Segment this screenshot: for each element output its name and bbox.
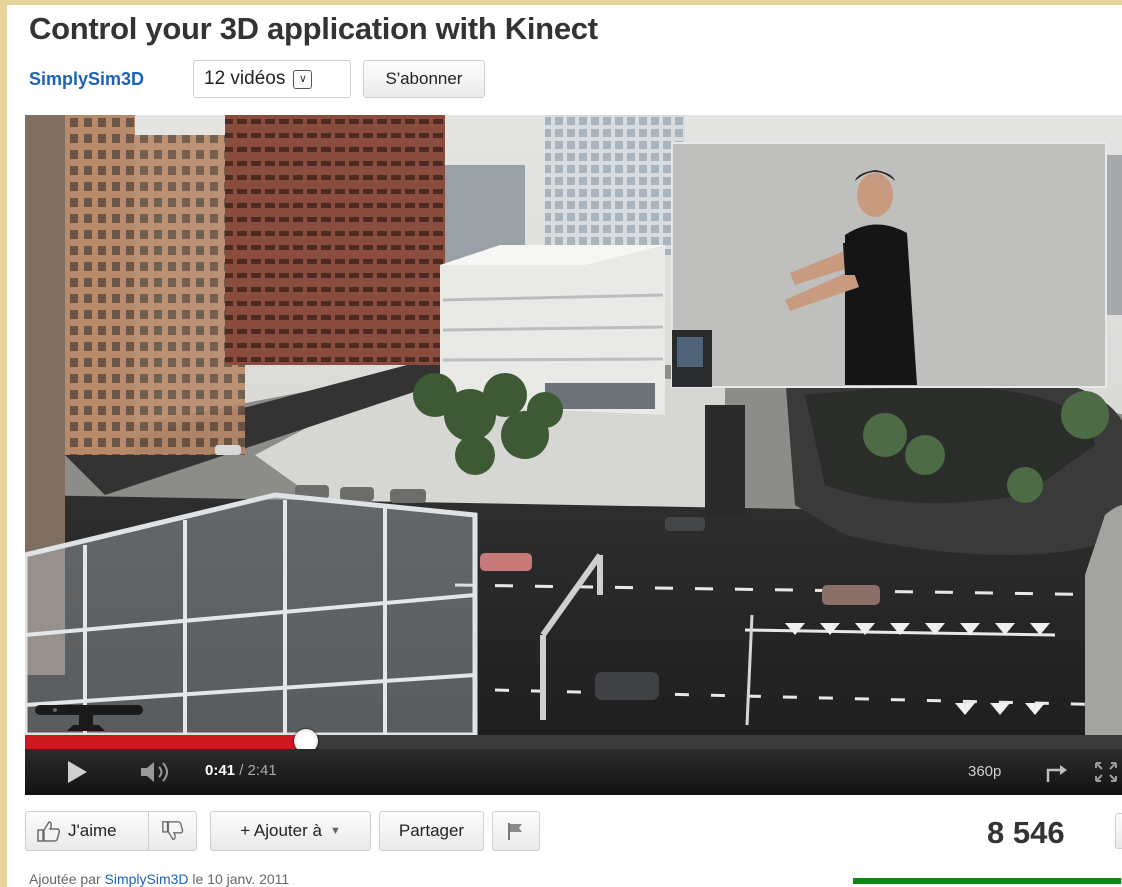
volume-icon[interactable] — [139, 760, 175, 784]
view-count: 8 546 — [987, 815, 1065, 850]
action-bar: J'aime + Ajouter à ▼ Partager 8 546 — [25, 811, 1122, 857]
channel-videos-button[interactable]: 12 vidéos ∨ — [193, 60, 351, 98]
share-button[interactable]: Partager — [379, 811, 484, 851]
progress-bar[interactable] — [25, 729, 1122, 753]
video-frame[interactable] — [25, 115, 1122, 735]
add-to-button[interactable]: + Ajouter à ▼ — [210, 811, 371, 851]
upload-prefix: Ajoutée par — [29, 871, 105, 887]
video-title: Control your 3D application with Kinect — [29, 11, 598, 46]
thumbs-up-icon — [37, 821, 61, 842]
player-controls: 0:41 / 2:41 360p — [25, 729, 1122, 795]
time-display: 0:41 / 2:41 — [205, 762, 277, 779]
control-bar: 0:41 / 2:41 360p — [25, 749, 1122, 795]
watch-page: Control your 3D application with Kinect … — [0, 0, 1122, 887]
stats-button[interactable] — [1115, 813, 1122, 849]
like-label: J'aime — [68, 821, 117, 840]
channel-link[interactable]: SimplySim3D — [29, 69, 144, 90]
uploader-link[interactable]: SimplySim3D — [105, 871, 189, 887]
progress-played — [25, 735, 307, 749]
like-button[interactable]: J'aime — [26, 812, 149, 850]
popout-icon[interactable] — [1043, 760, 1069, 784]
caret-down-icon: ▼ — [329, 825, 341, 837]
like-dislike-group: J'aime — [25, 811, 197, 851]
video-scene-illustration — [25, 115, 1122, 735]
add-to-label: + Ajouter à — [240, 821, 322, 840]
stats-chart-icon — [1116, 814, 1122, 848]
total-duration: / 2:41 — [235, 762, 277, 779]
dislike-button[interactable] — [149, 812, 196, 850]
quality-selector[interactable]: 360p — [968, 763, 1001, 780]
flag-button[interactable] — [492, 811, 540, 851]
upload-date: le 10 janv. 2011 — [188, 871, 290, 887]
play-icon[interactable] — [65, 759, 89, 785]
chevron-down-box-icon: ∨ — [293, 69, 313, 89]
fullscreen-icon[interactable] — [1093, 760, 1119, 784]
channel-videos-label: 12 vidéos — [204, 68, 286, 89]
like-ratio-bar — [853, 878, 1122, 884]
subscribe-button[interactable]: S'abonner — [363, 60, 485, 98]
flag-icon — [508, 823, 522, 840]
current-time: 0:41 — [205, 762, 236, 779]
thumbs-down-icon — [161, 821, 183, 841]
upload-info: Ajoutée par SimplySim3D le 10 janv. 2011 — [29, 871, 289, 887]
